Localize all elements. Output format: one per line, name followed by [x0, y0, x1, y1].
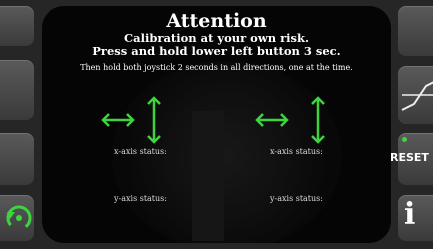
reset-label: RESET [390, 151, 429, 164]
page-title: Attention [166, 10, 267, 32]
left-x-axis-status: x-axis status: [114, 147, 167, 156]
left-button-3[interactable] [0, 133, 34, 185]
info-icon: i [404, 197, 416, 232]
info-button[interactable]: i [398, 195, 433, 241]
left-y-axis-status: y-axis status: [114, 194, 167, 203]
horizontal-arrow-icon [255, 113, 289, 127]
subinstruction-text: Then hold both joystick 2 seconds in all… [80, 63, 353, 72]
right-joystick-arrows [255, 96, 325, 144]
instruction-text: Press and hold lower left button 3 sec. [92, 44, 341, 58]
right-button-1[interactable] [398, 6, 433, 56]
display-screen: Attention Calibration at your own risk. … [42, 6, 391, 243]
curve-button[interactable] [398, 66, 433, 124]
calibrate-button[interactable] [0, 195, 34, 241]
right-x-axis-status: x-axis status: [270, 147, 323, 156]
logo-watermark-bar [192, 111, 224, 241]
left-button-1[interactable] [0, 6, 34, 46]
vertical-arrow-icon [147, 96, 161, 144]
right-y-axis-status: y-axis status: [270, 194, 323, 203]
rotate-icon [6, 205, 32, 231]
reset-button[interactable]: RESET [390, 133, 433, 185]
device-frame: RESET i Attention Calibration at your ow… [0, 0, 433, 249]
left-joystick-arrows [101, 96, 161, 144]
warning-text: Calibration at your own risk. [124, 31, 309, 45]
horizontal-arrow-icon [101, 113, 135, 127]
reset-indicator-dot [402, 137, 407, 142]
curve-icon [401, 81, 433, 111]
vertical-arrow-icon [311, 96, 325, 144]
left-button-2[interactable] [0, 60, 34, 120]
